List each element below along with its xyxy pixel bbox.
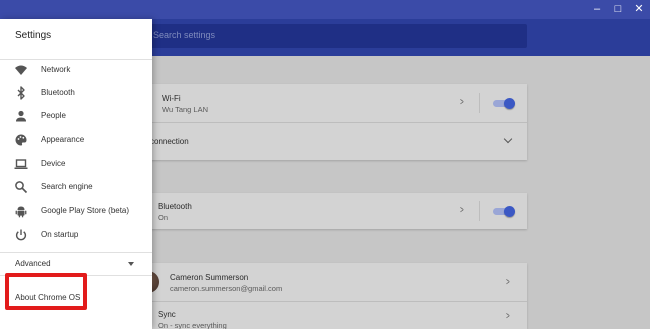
laptop-icon (14, 159, 28, 169)
advanced-toggle[interactable]: Advanced (0, 252, 152, 274)
chevron-right-icon[interactable]: > (506, 311, 510, 322)
row-separator (479, 93, 480, 113)
bluetooth-icon (17, 86, 25, 100)
add-connection-row[interactable]: connection (143, 122, 527, 160)
row-separator (479, 201, 480, 221)
sidebar-item-label: Google Play Store (beta) (41, 206, 130, 215)
people-card: Cameron Summerson cameron.summerson@gmai… (137, 263, 527, 329)
chevron-right-icon[interactable]: > (460, 205, 464, 216)
add-connection-label: connection (150, 137, 189, 146)
sidebar-item-device[interactable]: Device (0, 153, 152, 175)
chevron-right-icon[interactable]: > (506, 277, 510, 288)
highlight-box (5, 273, 87, 310)
bluetooth-row[interactable]: Bluetooth On > (143, 193, 527, 229)
power-icon (15, 229, 27, 241)
sidebar-item-on-startup[interactable]: On startup (0, 224, 152, 246)
sync-status: On - sync everything (158, 321, 227, 329)
bluetooth-title: Bluetooth (158, 202, 192, 211)
sidebar-item-search-engine[interactable]: Search engine (0, 176, 152, 198)
chevron-right-icon[interactable]: > (460, 97, 464, 108)
toggle-knob (504, 97, 515, 109)
sidebar-item-network[interactable]: Network (0, 59, 152, 81)
wifi-row[interactable]: Wi-Fi Wu Tang LAN > (143, 84, 527, 122)
sidebar-item-label: People (41, 111, 66, 120)
search-placeholder: Search settings (153, 30, 216, 40)
sidebar-item-bluetooth[interactable]: Bluetooth (0, 82, 152, 104)
account-row[interactable]: Cameron Summerson cameron.summerson@gmai… (137, 263, 527, 301)
sidebar-item-label: Bluetooth (41, 88, 75, 97)
wifi-network-name: Wu Tang LAN (162, 105, 208, 114)
toggle-knob (504, 205, 515, 217)
wifi-icon (15, 65, 27, 75)
search-field[interactable]: Search settings (143, 24, 527, 48)
sidebar-item-label: Search engine (41, 182, 93, 191)
android-icon (15, 206, 27, 218)
window-controls: – □ ✕ (592, 3, 644, 15)
chevron-down-icon[interactable] (503, 134, 513, 144)
palette-icon (15, 134, 27, 146)
sync-row[interactable]: Sync On - sync everything > (143, 301, 527, 329)
bluetooth-card: Bluetooth On > (143, 193, 527, 229)
drawer-title: Settings (15, 30, 52, 41)
sidebar-item-play-store[interactable]: Google Play Store (beta) (0, 200, 152, 222)
advanced-label: Advanced (15, 259, 51, 268)
sidebar-item-label: Network (41, 65, 71, 74)
search-icon (15, 181, 28, 194)
bluetooth-toggle[interactable] (493, 205, 515, 217)
sync-title: Sync (158, 310, 176, 319)
caret-down-icon (128, 262, 134, 266)
wifi-title: Wi-Fi (162, 94, 181, 103)
window-title-bar: – □ ✕ (0, 0, 650, 19)
close-button[interactable]: ✕ (634, 3, 644, 15)
sidebar-item-people[interactable]: People (0, 105, 152, 127)
sidebar-item-label: Appearance (41, 135, 85, 144)
bluetooth-status: On (158, 213, 169, 222)
sidebar-item-label: Device (41, 159, 66, 168)
minimize-button[interactable]: – (592, 3, 602, 15)
person-icon (16, 110, 26, 122)
sidebar-item-appearance[interactable]: Appearance (0, 129, 152, 151)
wifi-toggle[interactable] (493, 97, 515, 109)
sidebar-item-label: On startup (41, 230, 79, 239)
account-name: Cameron Summerson (170, 273, 249, 282)
maximize-button[interactable]: □ (613, 3, 623, 15)
account-email: cameron.summerson@gmail.com (170, 284, 283, 293)
network-card: Wi-Fi Wu Tang LAN > connection (143, 84, 527, 160)
